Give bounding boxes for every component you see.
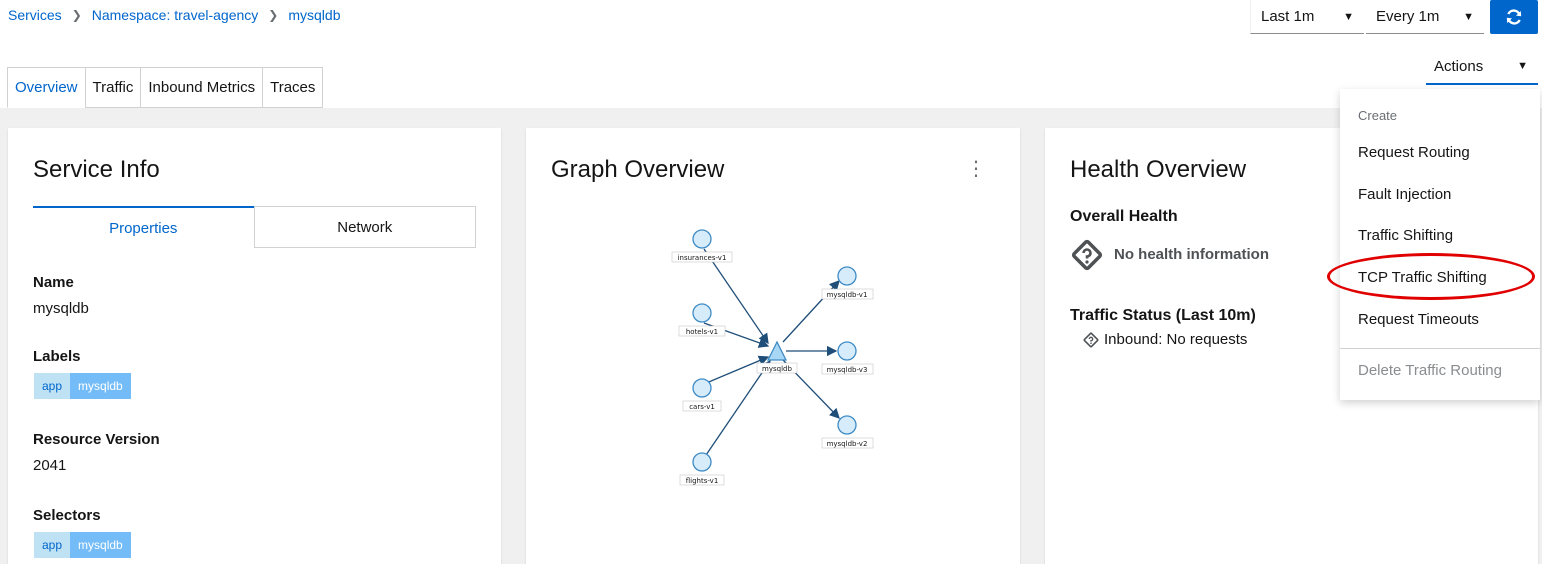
menu-item-delete-traffic-routing: Delete Traffic Routing [1358,362,1502,379]
breadcrumb-namespace[interactable]: Namespace: travel-agency [92,7,259,23]
node-mysqldb-service[interactable] [766,340,788,361]
name-value: mysqldb [33,300,89,317]
service-info-card: Service Info Properties Network Name mys… [8,128,501,564]
chevron-right-icon: ❯ [268,8,279,22]
node-label: mysqldb [762,365,792,373]
node-insurances[interactable] [692,229,712,249]
traffic-status-label: Traffic Status (Last 10m) [1070,307,1256,324]
overall-health-label: Overall Health [1070,208,1178,225]
graph-overview-card: Graph Overview ⋮ insurances-v1 hotels-v1… [526,128,1020,564]
node-cars[interactable] [692,378,712,398]
node-label: cars-v1 [689,403,715,411]
node-label: mysqldb-v2 [827,440,868,448]
node-flights[interactable] [692,452,712,472]
tab-traces[interactable]: Traces [262,67,324,108]
tab-traffic[interactable]: Traffic [84,67,141,108]
menu-item-fault-injection[interactable]: Fault Injection [1358,186,1451,203]
selector-value: mysqldb [70,532,131,558]
refresh-icon [1506,9,1522,25]
refresh-interval-value: Every 1m [1376,8,1440,25]
caret-down-icon: ▼ [1463,10,1474,23]
service-info-title: Service Info [33,156,160,183]
selectors-label: Selectors [33,507,101,524]
label-value: mysqldb [70,373,131,399]
chevron-right-icon: ❯ [71,8,82,22]
menu-item-request-timeouts[interactable]: Request Timeouts [1358,311,1479,328]
duration-select[interactable]: Last 1m ▼ [1250,0,1364,34]
tab-inbound-metrics[interactable]: Inbound Metrics [140,67,263,108]
selector-badge: app mysqldb [34,532,131,558]
top-bar: Services ❯ Namespace: travel-agency ❯ my… [0,0,1542,108]
actions-dropdown-toggle[interactable]: Actions ▼ [1426,49,1538,85]
health-overview-title: Health Overview [1070,156,1247,183]
no-health-info: No health information [1114,246,1269,263]
service-info-tabs: Properties Network [33,206,476,248]
actions-group-create: Create [1358,108,1398,123]
refresh-button[interactable] [1490,0,1538,34]
menu-item-traffic-shifting[interactable]: Traffic Shifting [1358,227,1453,244]
breadcrumb-services[interactable]: Services [8,7,62,23]
menu-item-tcp-traffic-shifting[interactable]: TCP Traffic Shifting [1358,269,1487,286]
duration-value: Last 1m [1261,8,1315,25]
service-graph[interactable]: insurances-v1 hotels-v1 cars-v1 flights-… [526,128,1020,564]
actions-menu: Create Request Routing Fault Injection T… [1340,89,1540,400]
actions-label: Actions [1434,57,1484,75]
node-label: insurances-v1 [678,254,727,262]
caret-down-icon: ▼ [1517,60,1528,72]
tab-overview[interactable]: Overview [7,67,85,108]
node-mysqldb-v2[interactable] [837,415,857,435]
resource-version-value: 2041 [33,457,67,474]
labels-label: Labels [33,348,81,365]
toolbar: Last 1m ▼ Every 1m ▼ [1250,0,1538,34]
tab-network[interactable]: Network [253,206,476,248]
breadcrumb: Services ❯ Namespace: travel-agency ❯ my… [8,7,340,23]
node-mysqldb-v3[interactable] [837,341,857,361]
node-label: mysqldb-v3 [827,366,868,374]
page-tabs: Overview Traffic Inbound Metrics Traces [7,67,324,108]
label-key: app [34,373,71,399]
health-unknown-icon [1071,239,1103,271]
caret-down-icon: ▼ [1343,10,1354,23]
node-mysqldb-v1[interactable] [837,266,857,286]
menu-divider [1340,348,1540,349]
refresh-interval-select[interactable]: Every 1m ▼ [1366,0,1484,34]
inbound-status: Inbound: No requests [1083,331,1247,348]
health-unknown-icon [1083,332,1099,347]
inbound-status-text: Inbound: No requests [1104,331,1248,348]
node-hotels[interactable] [692,303,712,323]
node-label: mysqldb-v1 [827,291,868,299]
label-badge: app mysqldb [34,373,131,399]
resource-version-label: Resource Version [33,431,160,448]
menu-item-request-routing[interactable]: Request Routing [1358,144,1470,161]
breadcrumb-current: mysqldb [288,7,341,23]
node-label: hotels-v1 [686,328,718,336]
name-label: Name [33,274,74,291]
tab-properties[interactable]: Properties [33,206,254,248]
selector-key: app [34,532,71,558]
node-label: flights-v1 [686,477,719,485]
